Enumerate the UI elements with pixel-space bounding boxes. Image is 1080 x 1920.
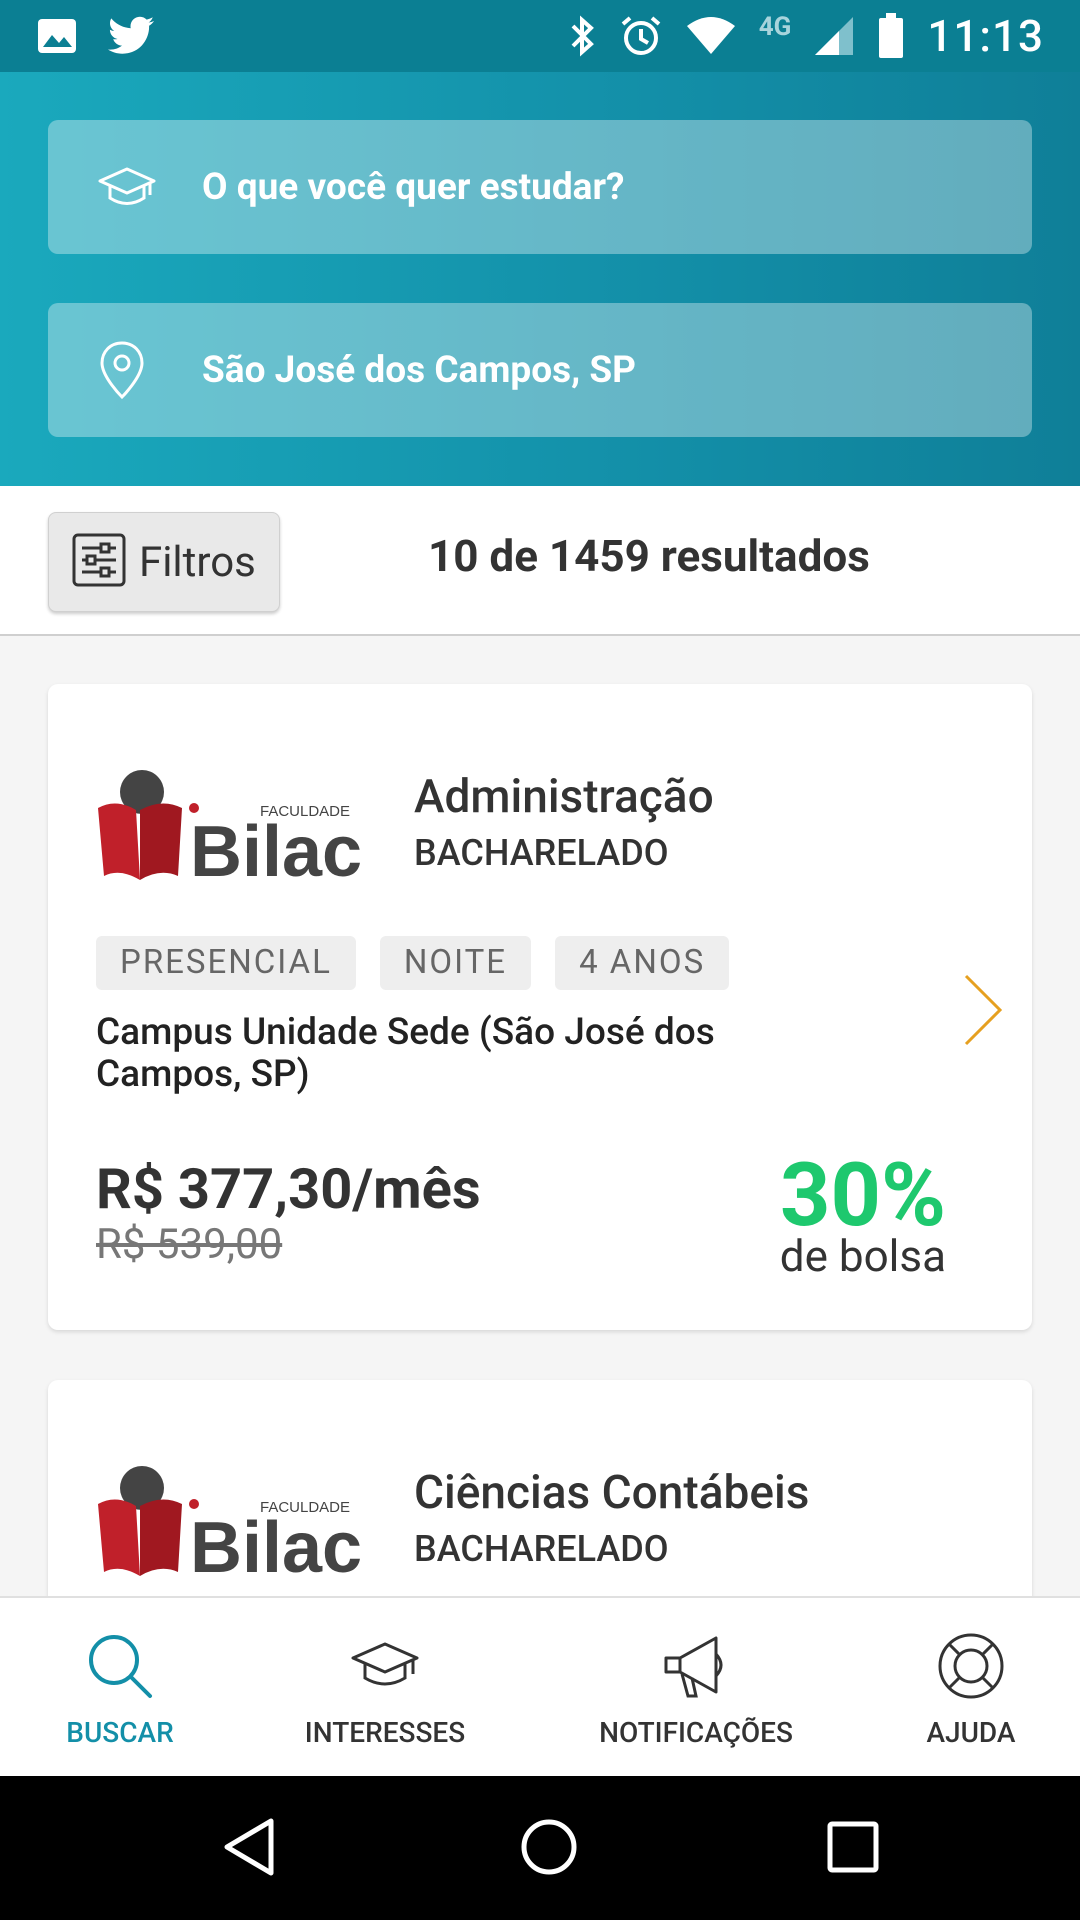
nav-buscar[interactable]: BUSCAR xyxy=(40,1598,200,1778)
graduation-cap-icon xyxy=(349,1628,421,1704)
location-pin-icon xyxy=(96,339,170,401)
filters-label: Filtros xyxy=(139,537,256,587)
nav-ajuda[interactable]: AJUDA xyxy=(900,1598,1042,1778)
results-count: 10 de 1459 resultados xyxy=(428,530,870,582)
image-icon xyxy=(36,17,78,55)
bluetooth-icon xyxy=(569,14,597,58)
discount-label: de bolsa xyxy=(779,1230,946,1282)
course-degree: BACHARELADO xyxy=(414,1528,669,1570)
tag-shift: NOITE xyxy=(379,936,532,990)
nav-buscar-label: BUSCAR xyxy=(66,1716,174,1749)
original-price: R$ 539,00 xyxy=(96,1220,283,1269)
battery-icon xyxy=(877,13,905,59)
network-type-label: 4G xyxy=(758,12,792,42)
discounted-price: R$ 377,30/mês xyxy=(96,1156,481,1222)
signal-icon xyxy=(813,15,855,57)
filter-sliders-icon xyxy=(71,532,127,592)
tag-duration: 4 ANOS xyxy=(555,936,730,990)
status-left-icons xyxy=(36,16,156,56)
course-search-field[interactable]: O que você quer estudar? xyxy=(48,120,1032,254)
lifebuoy-icon xyxy=(935,1628,1007,1704)
nav-notificacoes[interactable]: NOTIFICAÇÕES xyxy=(566,1598,826,1778)
logo-big-text: Bilac xyxy=(190,1508,362,1580)
campus-location: Campus Unidade Sede (São José dos Campos… xyxy=(96,1011,715,1096)
android-navigation-bar xyxy=(0,1776,1080,1920)
course-name: Administração xyxy=(414,770,714,824)
filters-button[interactable]: Filtros xyxy=(48,512,280,612)
status-bar: 4G 11:13 xyxy=(0,0,1080,72)
search-icon xyxy=(84,1628,156,1704)
alarm-icon xyxy=(619,14,663,58)
nav-notificacoes-label: NOTIFICAÇÕES xyxy=(599,1716,793,1749)
location-value: São José dos Campos, SP xyxy=(202,348,637,392)
nav-interesses[interactable]: INTERESSES xyxy=(280,1598,490,1778)
twitter-icon xyxy=(108,16,156,56)
status-right-icons: 4G 11:13 xyxy=(569,10,1044,62)
megaphone-icon xyxy=(660,1628,732,1704)
tag-modality: PRESENCIAL xyxy=(96,936,356,990)
wifi-icon xyxy=(685,16,737,56)
back-icon[interactable] xyxy=(214,1812,284,1882)
recents-icon[interactable] xyxy=(818,1812,888,1882)
logo-big-text: Bilac xyxy=(190,812,362,884)
course-name: Ciências Contábeis xyxy=(414,1466,810,1520)
chevron-right-icon[interactable] xyxy=(960,970,1006,1050)
location-search-field[interactable]: São José dos Campos, SP xyxy=(48,303,1032,437)
course-search-placeholder: O que você quer estudar? xyxy=(202,165,625,209)
course-degree: BACHARELADO xyxy=(414,832,669,874)
results-bar: Filtros 10 de 1459 resultados xyxy=(0,486,1080,636)
institution-logo: FACULDADE Bilac xyxy=(96,764,366,892)
institution-logo: FACULDADE Bilac xyxy=(96,1460,366,1588)
course-tags: PRESENCIAL NOITE 4 ANOS xyxy=(96,936,730,990)
clock-time: 11:13 xyxy=(927,10,1044,62)
nav-interesses-label: INTERESSES xyxy=(304,1716,466,1749)
bottom-navigation: BUSCAR INTERESSES NOTIFICAÇÕES AJUDA xyxy=(0,1596,1080,1776)
nav-ajuda-label: AJUDA xyxy=(926,1716,1016,1749)
search-header: O que você quer estudar? São José dos Ca… xyxy=(0,72,1080,486)
home-icon[interactable] xyxy=(514,1812,584,1882)
course-card[interactable]: FACULDADE Bilac Administração BACHARELAD… xyxy=(48,684,1032,1330)
graduation-cap-icon xyxy=(96,165,170,209)
